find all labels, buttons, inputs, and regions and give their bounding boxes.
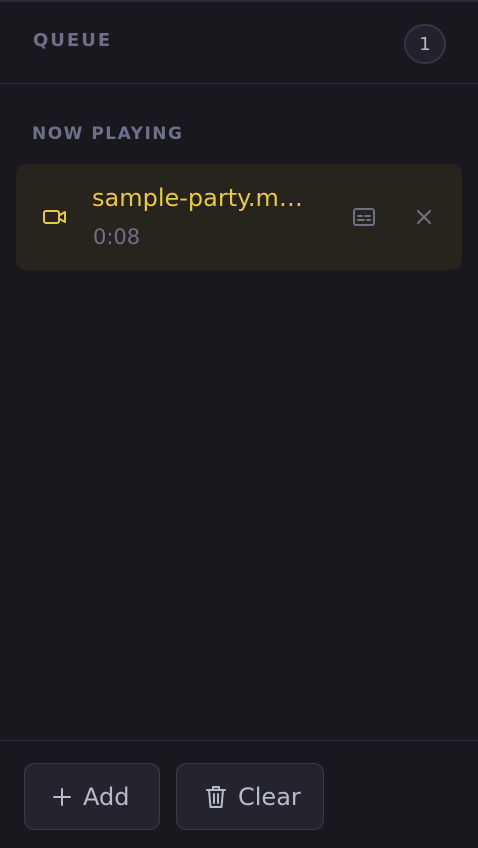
plus-icon xyxy=(53,787,71,806)
subtitles-icon[interactable] xyxy=(350,205,378,229)
video-camera-icon xyxy=(42,207,68,227)
queue-count-badge: 1 xyxy=(404,24,446,64)
queue-item-now-playing[interactable]: sample-party.m… 0:08 xyxy=(16,164,462,270)
item-title: sample-party.m… xyxy=(92,184,303,212)
item-duration: 0:08 xyxy=(93,225,141,249)
clear-button[interactable]: Clear xyxy=(176,763,324,830)
queue-panel: QUEUE 1 NOW PLAYING sample-party.m… 0:08 xyxy=(0,0,478,848)
now-playing-label: NOW PLAYING xyxy=(32,124,184,144)
queue-title: QUEUE xyxy=(33,30,113,51)
clear-button-label: Clear xyxy=(238,782,301,811)
queue-footer: Add Clear xyxy=(0,740,478,848)
queue-header: QUEUE 1 xyxy=(0,2,478,84)
close-icon[interactable] xyxy=(412,205,436,229)
add-button-label: Add xyxy=(83,782,130,811)
trash-icon xyxy=(206,785,226,808)
add-button[interactable]: Add xyxy=(24,763,160,830)
